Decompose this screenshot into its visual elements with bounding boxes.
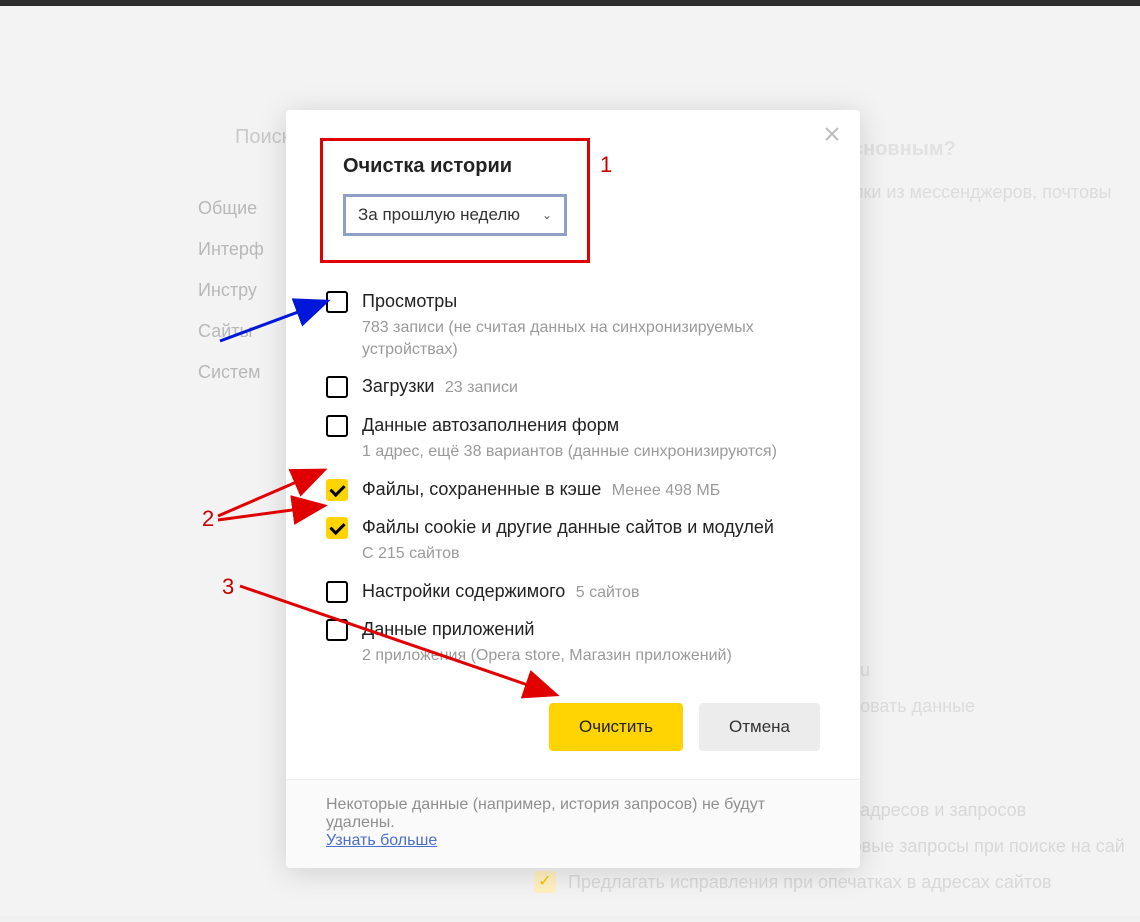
annotation-label-2: 2 bbox=[202, 506, 214, 531]
checkbox[interactable] bbox=[326, 479, 348, 501]
clear-options: Просмотры 783 записи (не считая данных н… bbox=[326, 289, 820, 667]
chevron-down-icon: ⌄ bbox=[542, 208, 552, 222]
option-sublabel: 5 сайтов bbox=[576, 584, 640, 601]
dialog-footer: Некоторые данные (например, история запр… bbox=[286, 779, 860, 868]
option-app-data: Данные приложений 2 приложения (Opera st… bbox=[326, 617, 820, 667]
bg-option-label: Предлагать исправления при опечатках в а… bbox=[568, 872, 1052, 893]
option-label: Настройки содержимого bbox=[362, 581, 565, 601]
option-content-settings: Настройки содержимого 5 сайтов bbox=[326, 579, 820, 603]
checkbox[interactable] bbox=[326, 619, 348, 641]
checkbox[interactable] bbox=[326, 517, 348, 539]
sidebar-item[interactable]: Инстру bbox=[198, 280, 298, 301]
cancel-button[interactable]: Отмена bbox=[699, 703, 820, 751]
settings-page: Поиск Общие Интерф Инстру Сайты Систем о… bbox=[0, 6, 1140, 916]
option-autofill: Данные автозаполнения форм 1 адрес, ещё … bbox=[326, 413, 820, 463]
option-label: Просмотры bbox=[362, 289, 820, 313]
close-icon bbox=[824, 126, 840, 142]
option-cookies: Файлы cookie и другие данные сайтов и мо… bbox=[326, 515, 820, 565]
option-label: Данные приложений bbox=[362, 617, 820, 641]
clear-button[interactable]: Очистить bbox=[549, 703, 683, 751]
sidebar-item[interactable]: Интерф bbox=[198, 239, 298, 260]
bg-text: ировать данные bbox=[840, 696, 975, 717]
dialog-title: Очистка истории bbox=[343, 155, 567, 178]
option-label: Файлы cookie и другие данные сайтов и мо… bbox=[362, 515, 820, 539]
option-views: Просмотры 783 записи (не считая данных н… bbox=[326, 289, 820, 360]
option-sublabel: С 215 сайтов bbox=[362, 543, 820, 565]
checkbox[interactable] bbox=[326, 415, 348, 437]
option-sublabel: Менее 498 МБ bbox=[612, 482, 720, 499]
sidebar-item[interactable]: Общие bbox=[198, 198, 298, 219]
option-sublabel: 23 записи bbox=[445, 379, 518, 396]
option-label: Загрузки bbox=[362, 376, 434, 396]
settings-sidebar: Общие Интерф Инстру Сайты Систем bbox=[198, 114, 298, 403]
close-button[interactable] bbox=[824, 126, 842, 144]
annotation-box-1: Очистка истории За прошлую неделю ⌄ bbox=[320, 138, 590, 263]
option-label: Данные автозаполнения форм bbox=[362, 413, 820, 437]
bg-text: ылки из мессенджеров, почтовы bbox=[840, 182, 1111, 203]
time-range-select[interactable]: За прошлую неделю ⌄ bbox=[343, 194, 567, 236]
option-label: Файлы, сохраненные в кэше bbox=[362, 479, 601, 499]
bg-option-row: ✓ Предлагать исправления при опечатках в… bbox=[534, 871, 1052, 893]
option-cache: Файлы, сохраненные в кэше Менее 498 МБ bbox=[326, 477, 820, 501]
footer-text: Некоторые данные (например, история запр… bbox=[326, 796, 765, 831]
option-sublabel: 2 приложения (Opera store, Магазин прило… bbox=[362, 645, 820, 667]
learn-more-link[interactable]: Узнать больше bbox=[326, 832, 437, 849]
checkbox[interactable] bbox=[326, 581, 348, 603]
checkbox-icon: ✓ bbox=[534, 871, 556, 893]
option-sublabel: 1 адрес, ещё 38 вариантов (данные синхро… bbox=[362, 441, 820, 463]
option-downloads: Загрузки 23 записи bbox=[326, 374, 820, 398]
time-range-value: За прошлую неделю bbox=[358, 205, 520, 225]
annotation-label-3: 3 bbox=[222, 574, 234, 599]
option-sublabel: 783 записи (не считая данных на синхрони… bbox=[362, 317, 820, 360]
clear-history-dialog: Очистка истории За прошлую неделю ⌄ Прос… bbox=[286, 110, 860, 868]
sidebar-item[interactable]: Сайты bbox=[198, 321, 298, 342]
checkbox[interactable] bbox=[326, 291, 348, 313]
checkbox[interactable] bbox=[326, 376, 348, 398]
sidebar-item[interactable]: Систем bbox=[198, 362, 298, 383]
